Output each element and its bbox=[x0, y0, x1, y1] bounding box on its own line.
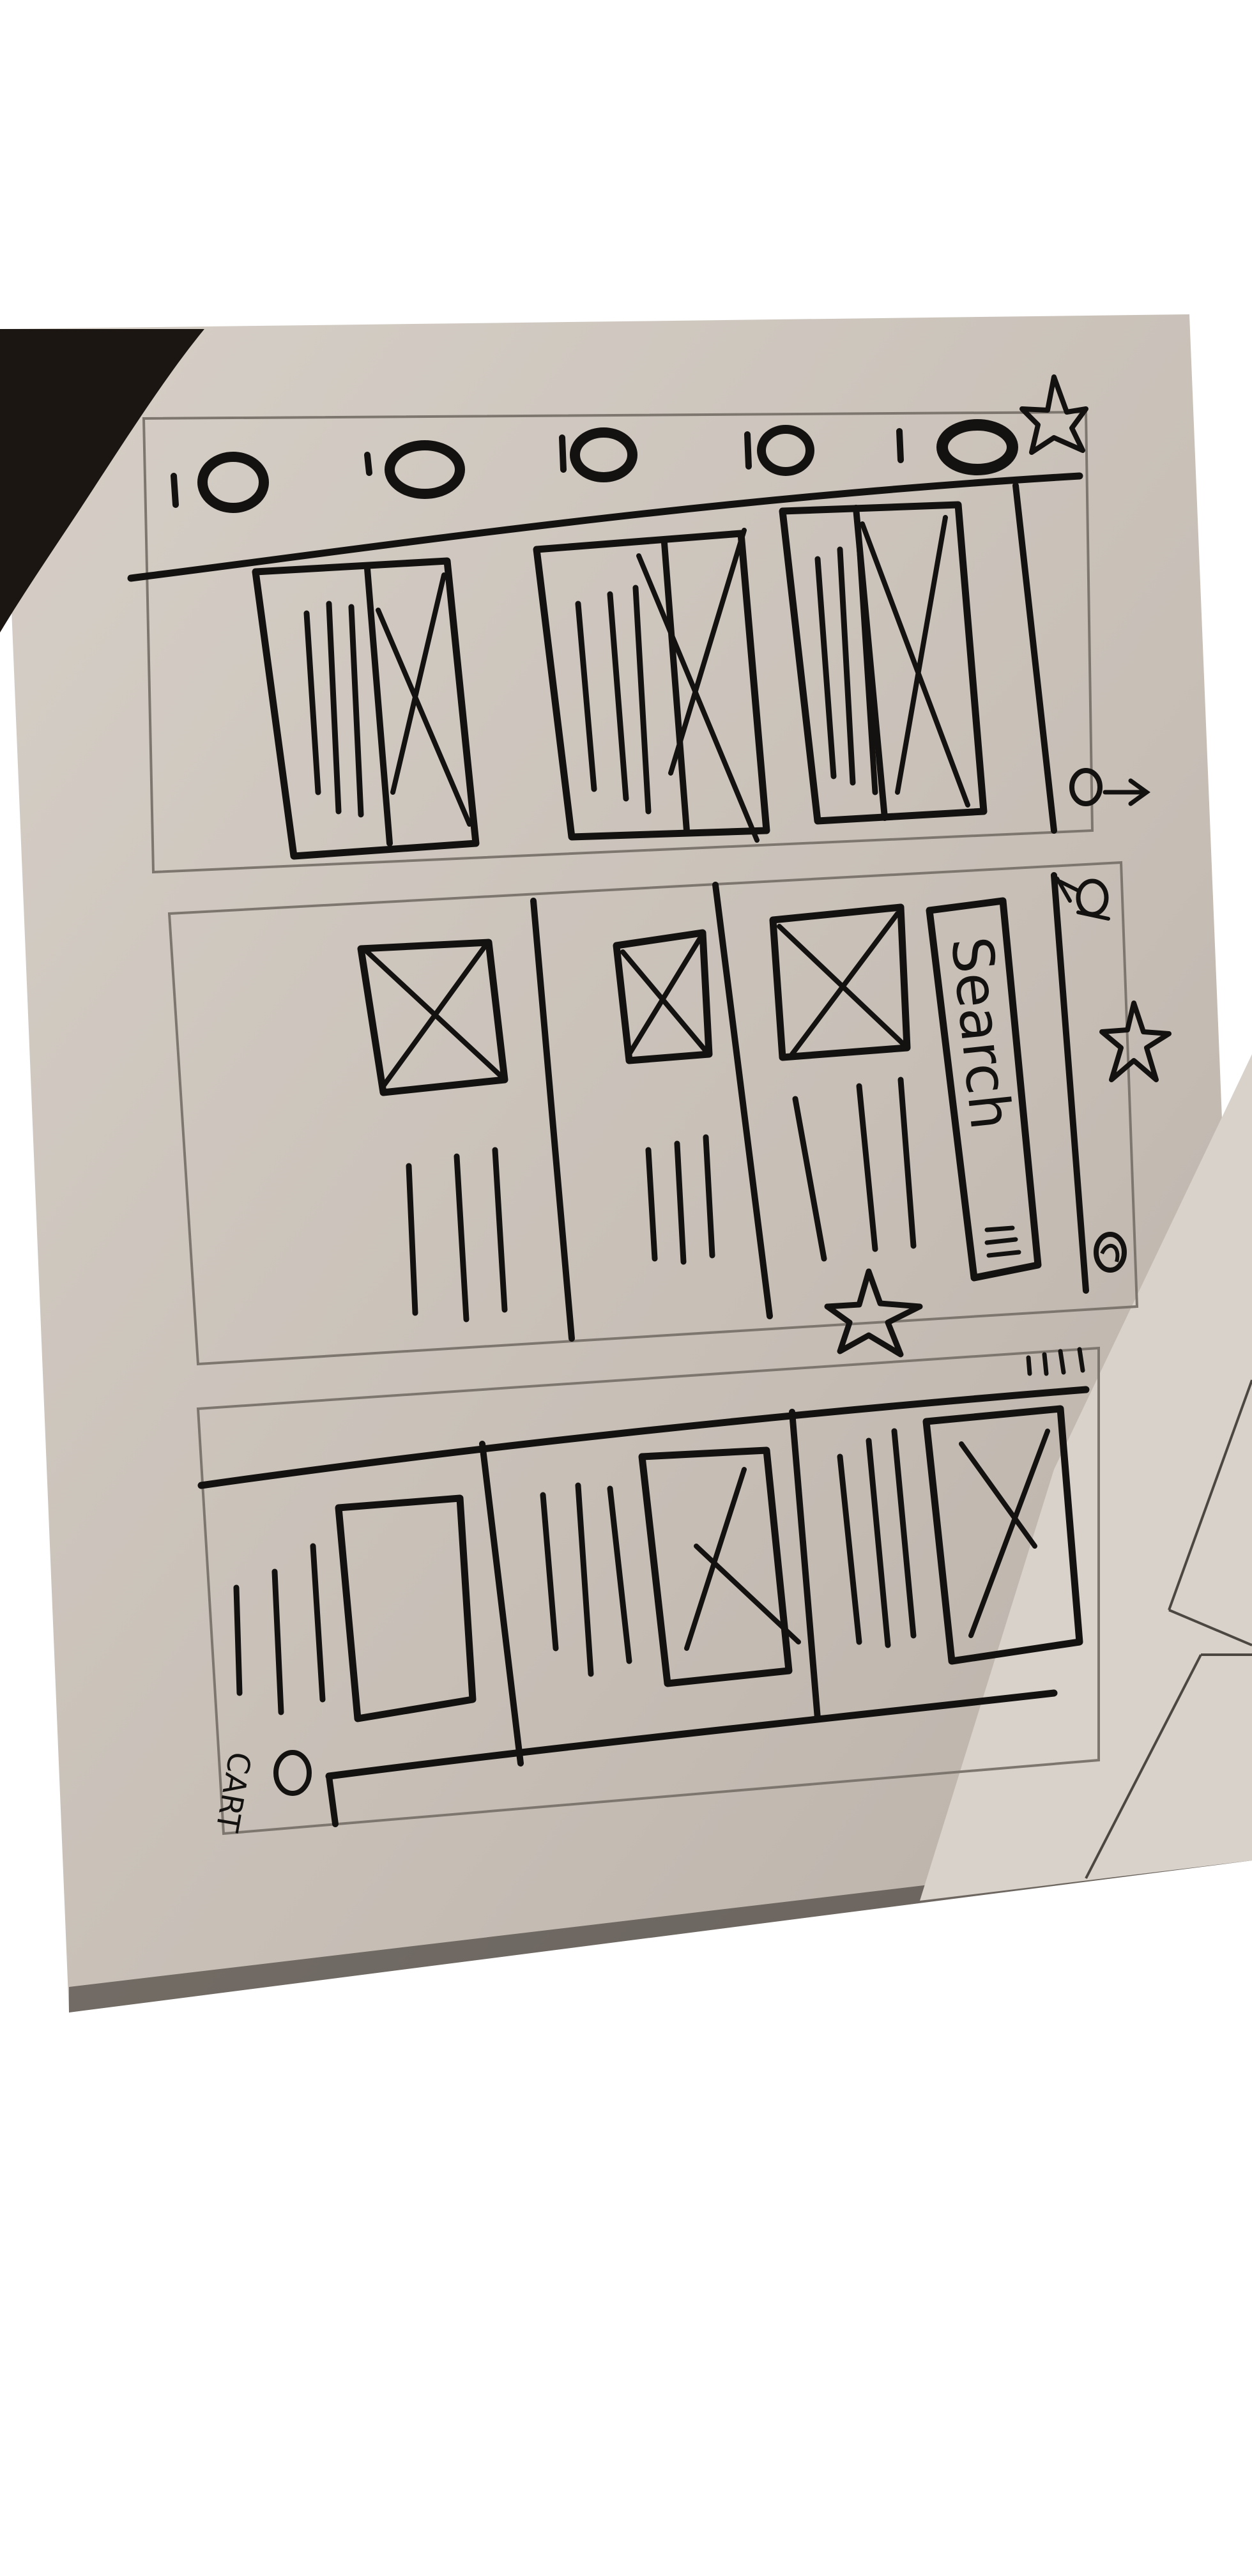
sketch-photo: Search CART bbox=[0, 314, 1252, 2012]
